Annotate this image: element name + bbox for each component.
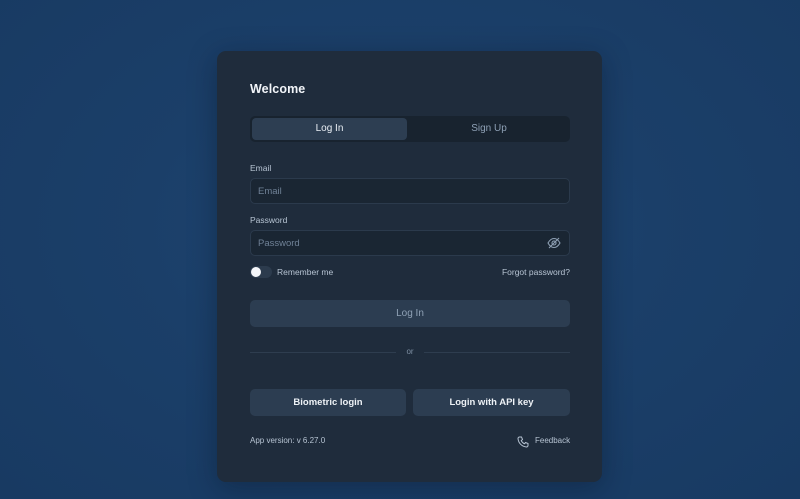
biometric-login-button[interactable]: Biometric login: [250, 389, 406, 416]
remember-me-toggle[interactable]: [250, 266, 272, 278]
card-title: Welcome: [250, 82, 306, 96]
toggle-knob: [251, 267, 261, 277]
eye-off-icon[interactable]: [547, 236, 561, 249]
email-label: Email: [250, 163, 272, 173]
auth-tabs: Log In Sign Up: [250, 116, 570, 142]
password-input[interactable]: [250, 230, 570, 256]
divider-text: or: [406, 347, 414, 356]
forgot-password-link[interactable]: Forgot password?: [502, 267, 570, 277]
tab-log-in[interactable]: Log In: [252, 118, 407, 140]
tab-sign-up[interactable]: Sign Up: [410, 118, 568, 140]
api-key-login-button[interactable]: Login with API key: [413, 389, 570, 416]
divider-line-left: [250, 352, 396, 353]
phone-icon: [517, 436, 529, 448]
email-input[interactable]: [250, 178, 570, 204]
password-label: Password: [250, 215, 288, 225]
divider-line-right: [424, 352, 570, 353]
login-card: Welcome Log In Sign Up Email Password Re…: [217, 51, 602, 482]
app-version: App version: v 6.27.0: [250, 436, 326, 445]
remember-me-label: Remember me: [277, 267, 334, 277]
feedback-label: Feedback: [535, 436, 571, 445]
log-in-button[interactable]: Log In: [250, 300, 570, 327]
